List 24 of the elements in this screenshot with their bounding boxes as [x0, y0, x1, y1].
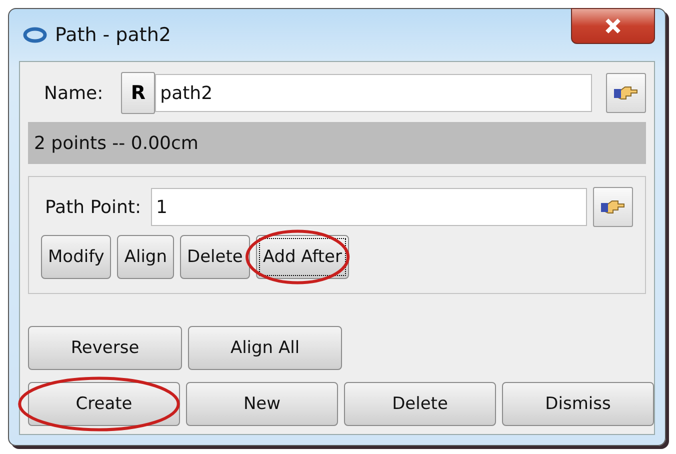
point-button[interactable]: Delete: [180, 235, 250, 279]
name-field[interactable]: path2: [155, 74, 592, 112]
ring-icon: [23, 27, 47, 43]
name-label: Name:: [43, 82, 104, 104]
pick-button[interactable]: [606, 73, 646, 113]
pointing-hand-icon: [613, 85, 639, 101]
mode-button[interactable]: R: [121, 72, 156, 114]
close-icon: [604, 18, 622, 34]
pick-button[interactable]: [593, 187, 633, 227]
action-button[interactable]: Align All: [188, 326, 342, 370]
point-button[interactable]: Align: [117, 235, 174, 279]
path-point-label: Path Point:: [44, 196, 142, 218]
footer-button[interactable]: New: [186, 382, 338, 426]
pointing-hand-icon: [600, 199, 626, 215]
point-button[interactable]: Modify: [41, 235, 112, 279]
path-point-field[interactable]: 1: [151, 188, 587, 226]
window-title: Path - path2: [55, 24, 171, 46]
close-button[interactable]: [571, 8, 655, 44]
status-text: 2 points -- 0.00cm: [28, 122, 646, 164]
footer-button[interactable]: Dismiss: [502, 382, 654, 426]
action-button[interactable]: Reverse: [28, 326, 182, 370]
footer-button[interactable]: Delete: [344, 382, 496, 426]
point-button[interactable]: Add After: [256, 235, 349, 279]
footer-button[interactable]: Create: [28, 382, 180, 426]
